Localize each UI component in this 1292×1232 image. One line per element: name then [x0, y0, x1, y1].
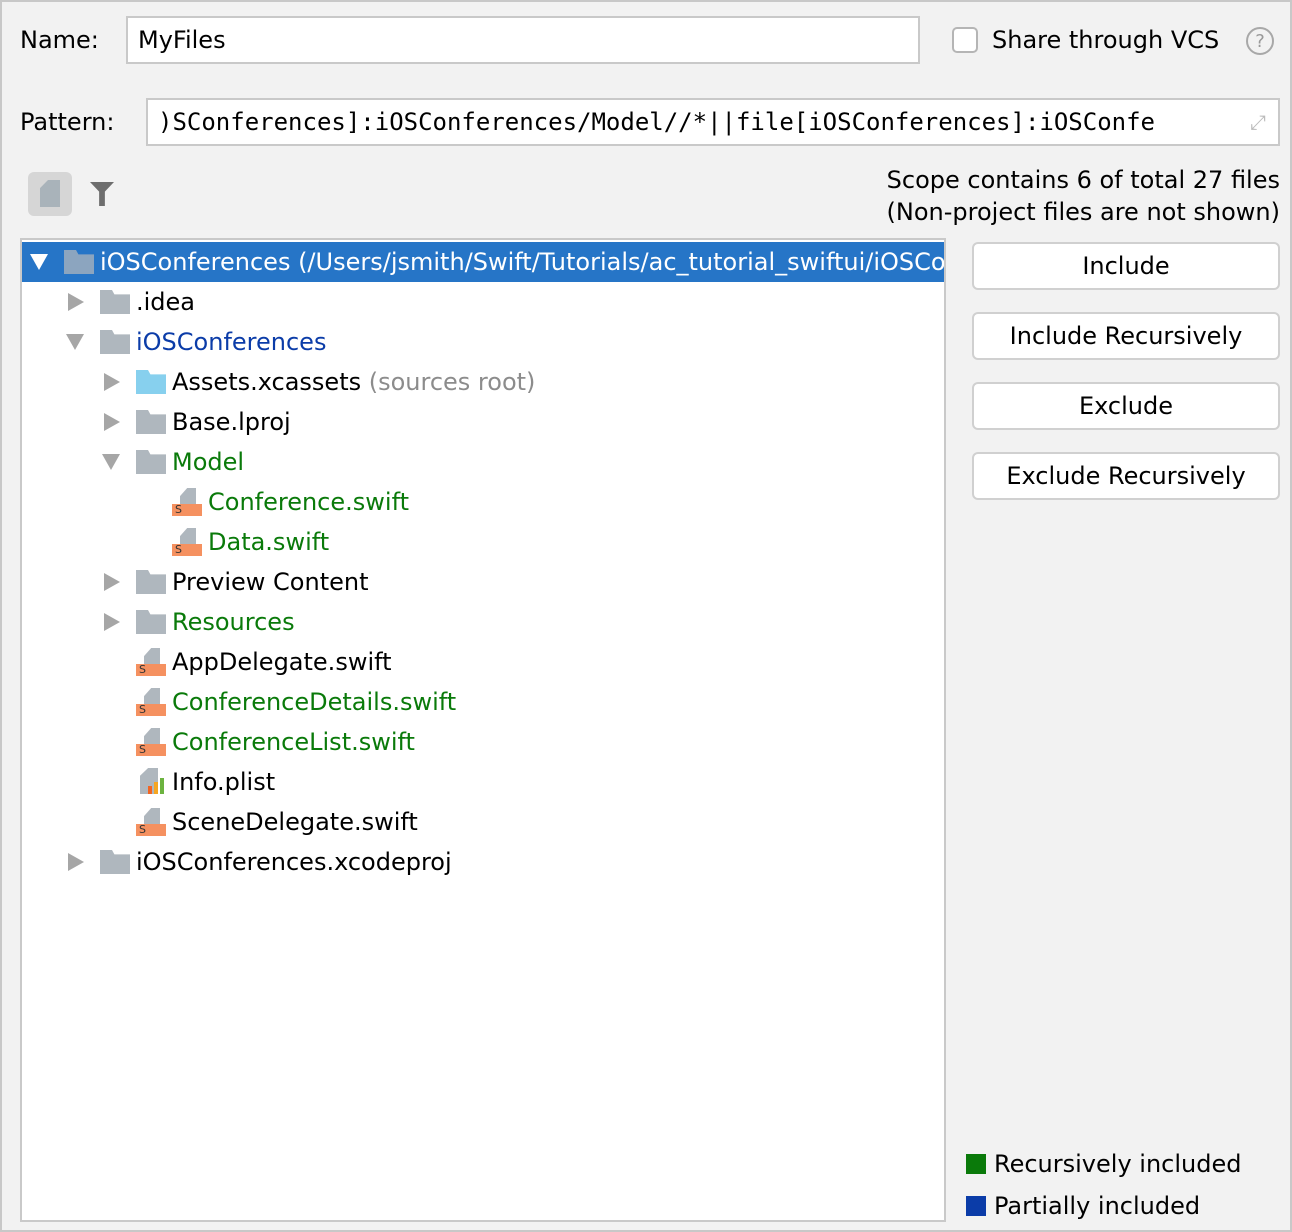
tree-row[interactable]: S Conference.swift	[22, 482, 944, 522]
tree-row[interactable]: Resources	[22, 602, 944, 642]
tree-item-label: Info.plist	[172, 768, 276, 796]
folder-icon	[136, 410, 166, 434]
plist-file-icon	[136, 768, 166, 794]
source-folder-icon	[136, 370, 166, 394]
name-input[interactable]: MyFiles	[126, 16, 920, 64]
swift-file-icon: S	[136, 728, 166, 756]
folder-icon	[64, 250, 94, 274]
tree-item-label: ConferenceDetails.swift	[172, 688, 457, 716]
file-icon	[40, 180, 60, 207]
tree-item-label: iOSConferences	[136, 328, 327, 356]
chevron-right-icon[interactable]	[104, 613, 120, 631]
folder-icon	[136, 610, 166, 634]
include-button[interactable]: Include	[972, 242, 1280, 290]
tree-item-label: Model	[172, 448, 245, 476]
pattern-value: )SConferences]:iOSConferences/Model//*||…	[158, 108, 1155, 136]
pattern-label: Pattern:	[20, 108, 115, 136]
tree-item-label: AppDelegate.swift	[172, 648, 392, 676]
folder-icon	[100, 290, 130, 314]
tree-row[interactable]: S ConferenceList.swift	[22, 722, 944, 762]
tree-row[interactable]: Info.plist	[22, 762, 944, 802]
scope-count: Scope contains 6 of total 27 files	[886, 166, 1280, 194]
tree-row[interactable]: S SceneDelegate.swift	[22, 802, 944, 842]
name-label: Name:	[20, 26, 99, 54]
scope-info: Scope contains 6 of total 27 files (Non-…	[887, 164, 1280, 228]
tree-row[interactable]: Preview Content	[22, 562, 944, 602]
share-vcs-checkbox[interactable]	[952, 27, 978, 53]
folder-icon	[136, 450, 166, 474]
tree-row[interactable]: iOSConferences	[22, 322, 944, 362]
swift-file-icon: S	[136, 648, 166, 676]
swift-file-icon: S	[136, 688, 166, 716]
legend-label: Recursively included	[994, 1150, 1242, 1178]
tree-row[interactable]: iOSConferences.xcodeproj	[22, 842, 944, 882]
tree-item-label: Assets.xcassets (sources root)	[172, 368, 536, 396]
share-vcs-label[interactable]: Share through VCS	[992, 26, 1219, 54]
chevron-right-icon[interactable]	[104, 413, 120, 431]
tree-row[interactable]: S ConferenceDetails.swift	[22, 682, 944, 722]
tree-item-label: .idea	[136, 288, 196, 316]
tree-item-label: Data.swift	[208, 528, 330, 556]
legend-label: Partially included	[994, 1192, 1201, 1220]
tree-item-label: Base.lproj	[172, 408, 291, 436]
chevron-right-icon[interactable]	[68, 293, 84, 311]
tree-item-label: Preview Content	[172, 568, 369, 596]
tree-item-label: SceneDelegate.swift	[172, 808, 418, 836]
file-mode-toggle[interactable]	[28, 172, 72, 216]
tree-row[interactable]: .idea	[22, 282, 944, 322]
swift-file-icon: S	[172, 528, 202, 556]
swift-file-icon: S	[172, 488, 202, 516]
tree-row[interactable]: iOSConferences (/Users/jsmith/Swift/Tuto…	[22, 242, 944, 282]
legend-swatch	[966, 1154, 986, 1174]
tree-item-label: iOSConferences.xcodeproj	[136, 848, 452, 876]
tree-row[interactable]: Assets.xcassets (sources root)	[22, 362, 944, 402]
chevron-down-icon[interactable]	[66, 334, 84, 350]
help-icon[interactable]: ?	[1246, 27, 1274, 55]
legend-swatch	[966, 1196, 986, 1216]
tree-item-label: ConferenceList.swift	[172, 728, 415, 756]
legend-partially-included: Partially included	[966, 1192, 1200, 1220]
pattern-input[interactable]: )SConferences]:iOSConferences/Model//*||…	[146, 98, 1280, 146]
tree-row[interactable]: S Data.swift	[22, 522, 944, 562]
chevron-right-icon[interactable]	[68, 853, 84, 871]
include-recursively-button[interactable]: Include Recursively	[972, 312, 1280, 360]
folder-icon	[136, 570, 166, 594]
legend-recursively-included: Recursively included	[966, 1150, 1241, 1178]
folder-icon	[100, 330, 130, 354]
scope-note: (Non-project files are not shown)	[886, 198, 1280, 226]
exclude-recursively-button[interactable]: Exclude Recursively	[972, 452, 1280, 500]
tree-item-label: Conference.swift	[208, 488, 410, 516]
expand-icon[interactable]: ⤢	[1250, 110, 1266, 134]
file-tree[interactable]: iOSConferences (/Users/jsmith/Swift/Tuto…	[20, 238, 946, 1222]
chevron-down-icon[interactable]	[102, 454, 120, 470]
chevron-right-icon[interactable]	[104, 373, 120, 391]
folder-icon	[100, 850, 130, 874]
filter-icon[interactable]	[90, 182, 114, 206]
tree-row[interactable]: Model	[22, 442, 944, 482]
tree-row[interactable]: Base.lproj	[22, 402, 944, 442]
tree-row[interactable]: S AppDelegate.swift	[22, 642, 944, 682]
tree-item-suffix: (sources root)	[361, 368, 536, 396]
exclude-button[interactable]: Exclude	[972, 382, 1280, 430]
tree-item-label: Resources	[172, 608, 295, 636]
chevron-down-icon[interactable]	[30, 254, 48, 270]
swift-file-icon: S	[136, 808, 166, 836]
tree-item-label: iOSConferences (/Users/jsmith/Swift/Tuto…	[100, 248, 946, 276]
chevron-right-icon[interactable]	[104, 573, 120, 591]
name-value: MyFiles	[138, 26, 226, 54]
